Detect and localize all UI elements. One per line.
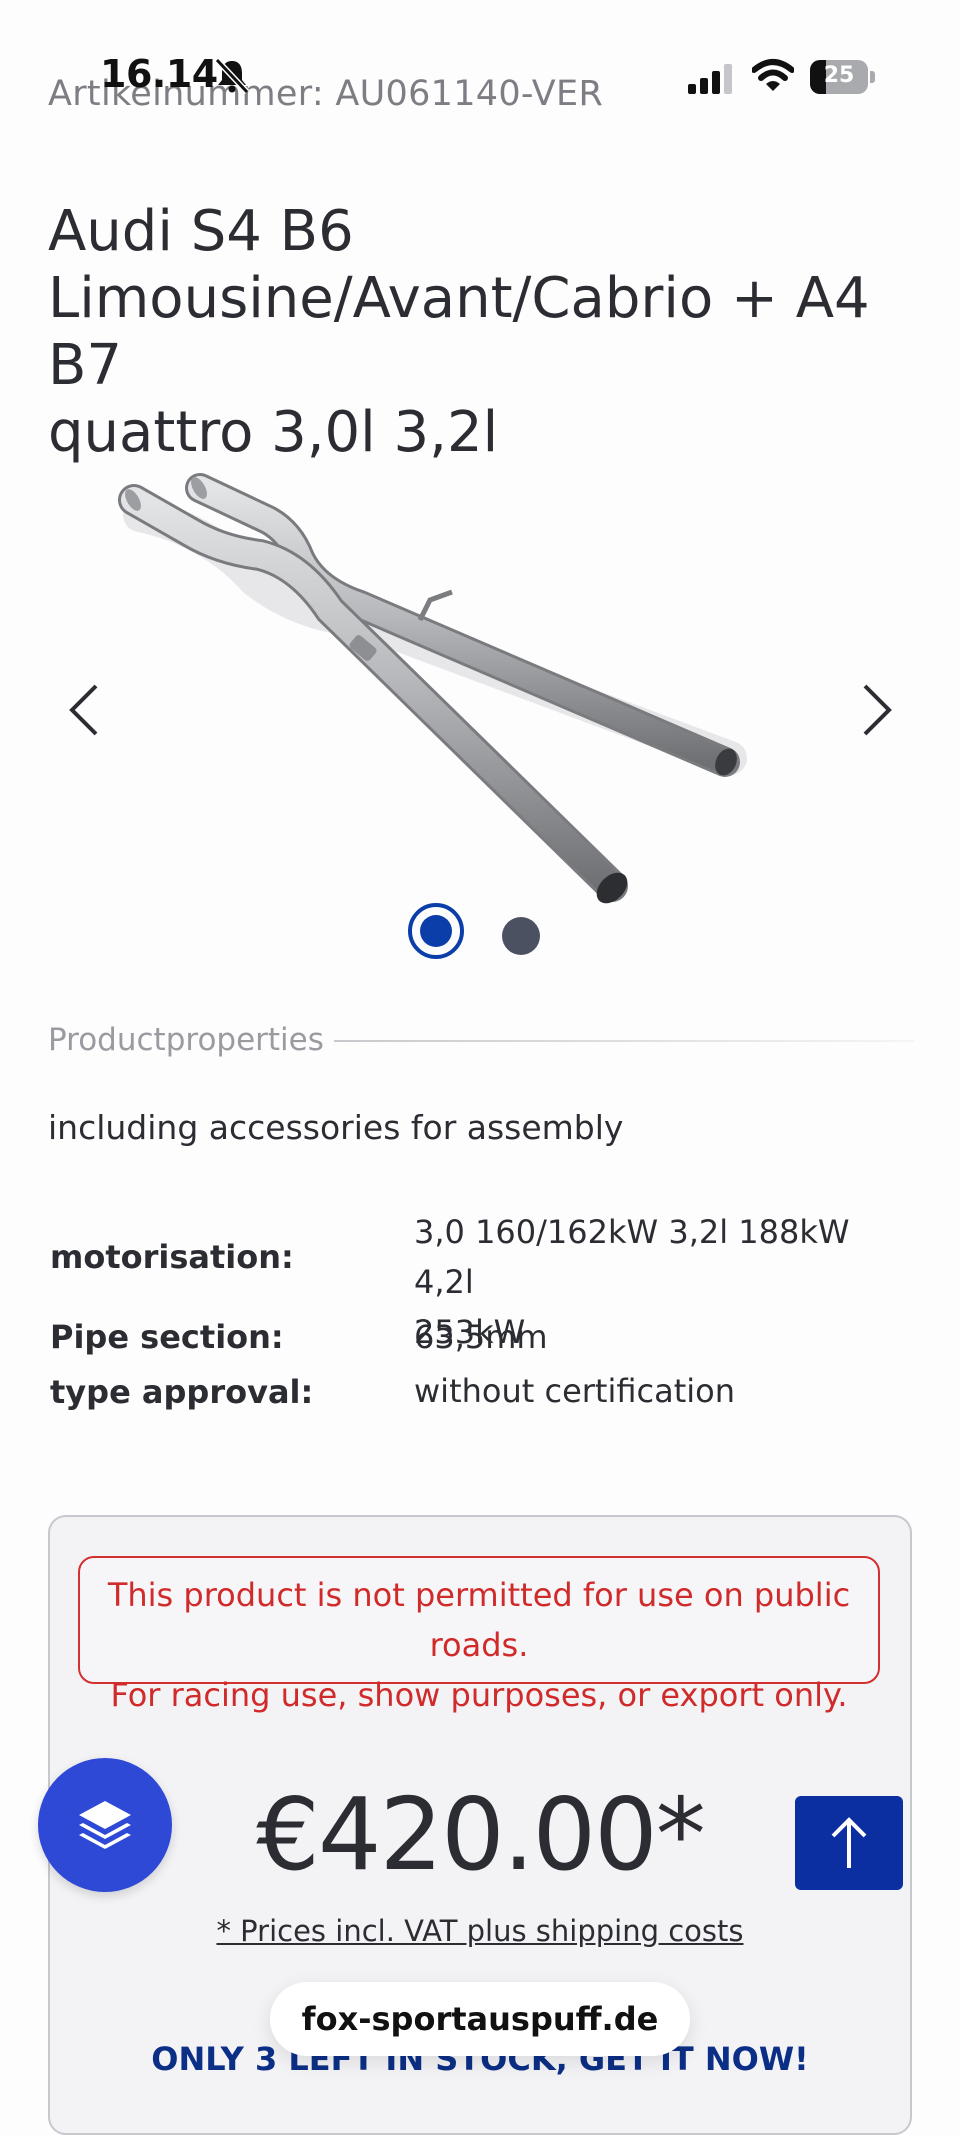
cellular-signal-icon — [688, 64, 732, 94]
spec-value-line: 3,0 160/162kW 3,2l 188kW 4,2l — [414, 1213, 850, 1301]
bell-muted-icon — [214, 57, 250, 95]
battery-icon: 25 — [810, 60, 876, 94]
gallery-prev-button[interactable] — [66, 680, 106, 740]
spec-label-pipe-section: Pipe section: — [50, 1318, 284, 1356]
divider — [334, 1040, 914, 1042]
layers-button[interactable] — [38, 1758, 172, 1892]
spec-value-line: without certification — [414, 1372, 735, 1410]
price-note-link[interactable]: * Prices incl. VAT plus shipping costs — [0, 1914, 960, 1948]
gallery-dot-active[interactable] — [408, 903, 464, 959]
warning-line: This product is not permitted for use on… — [107, 1576, 851, 1664]
product-title-line: Limousine/Avant/Cabrio + A4 B7 — [48, 266, 870, 398]
arrow-up-icon — [831, 1817, 867, 1868]
status-time: 16.14 — [100, 52, 218, 96]
gallery-next-button[interactable] — [855, 680, 895, 740]
product-image-gallery[interactable] — [0, 440, 960, 980]
spec-label-motorisation: motorisation: — [50, 1238, 294, 1276]
gallery-dot[interactable] — [502, 917, 540, 955]
spec-value-pipe-section: 63,5mm — [414, 1312, 884, 1362]
spec-label-type-approval: type approval: — [50, 1373, 314, 1411]
road-use-warning: This product is not permitted for use on… — [78, 1556, 880, 1714]
product-title: Audi S4 B6 Limousine/Avant/Cabrio + A4 B… — [48, 198, 918, 466]
wifi-icon — [752, 59, 794, 91]
battery-level: 25 — [823, 63, 855, 88]
status-bar: Artikelnummer: AU061140-VER 16.14 25 — [0, 0, 960, 150]
warning-line: For racing use, show purposes, or export… — [110, 1676, 848, 1714]
layers-icon — [79, 1801, 131, 1849]
properties-description: including accessories for assembly — [48, 1108, 624, 1147]
exhaust-pipe-image — [118, 473, 747, 904]
spec-value-line: 63,5mm — [414, 1318, 548, 1356]
properties-header: Productproperties — [48, 1022, 324, 1058]
product-title-line: Audi S4 B6 — [48, 199, 354, 264]
gallery-dots — [0, 903, 960, 963]
scroll-to-top-button[interactable] — [795, 1796, 903, 1890]
browser-url-bar[interactable]: fox-sportauspuff.de — [270, 1982, 690, 2056]
spec-value-type-approval: without certification — [414, 1366, 884, 1416]
